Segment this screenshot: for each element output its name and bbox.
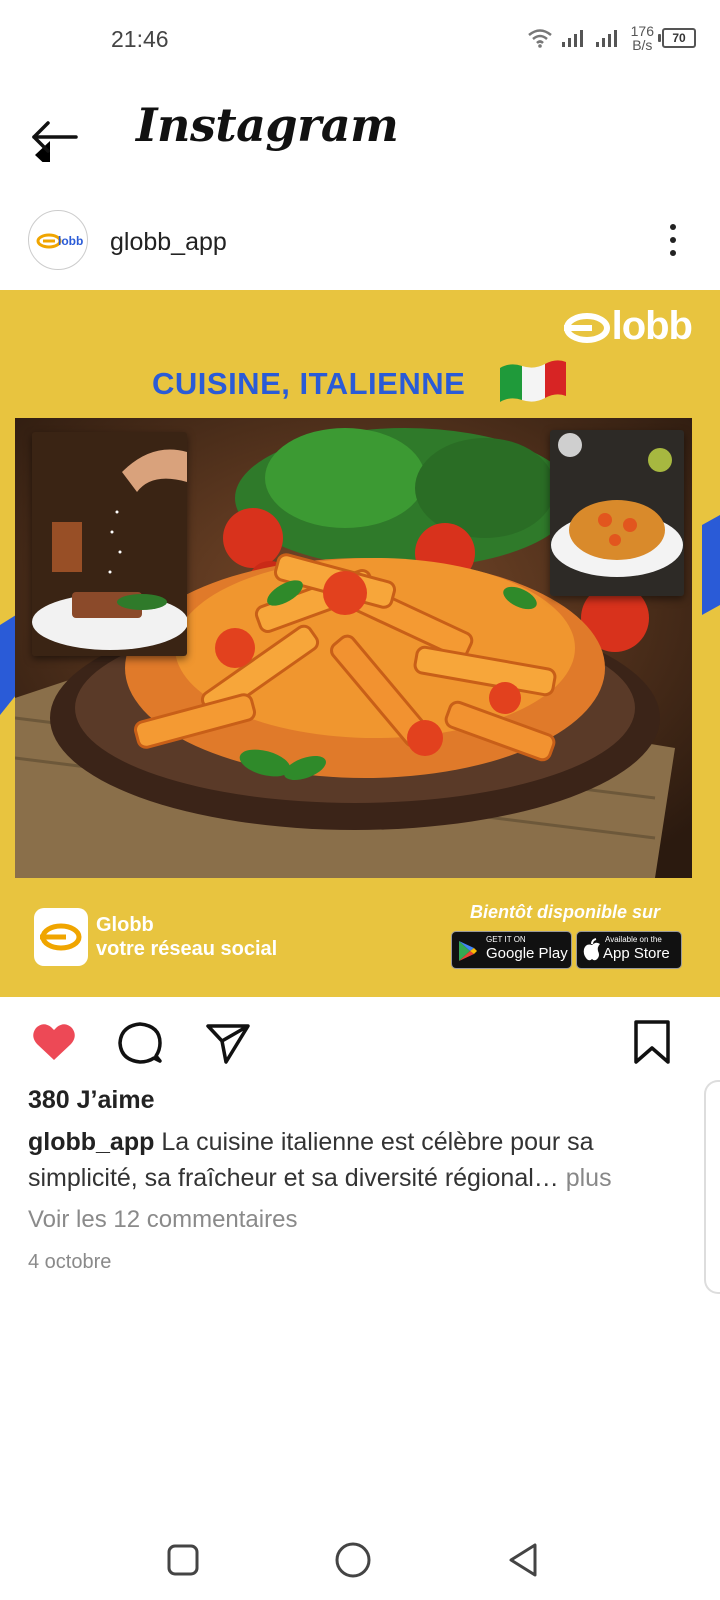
brand-tagline: votre réseau social [96,938,278,960]
post-date: 4 octobre [28,1251,112,1273]
share-icon[interactable] [204,1018,252,1066]
google-play-small-text: GET IT ON [486,935,526,944]
heart-icon[interactable] [30,1018,78,1066]
home-icon[interactable] [333,1540,373,1580]
app-header: Instagram [0,92,720,182]
recent-apps-icon[interactable] [163,1540,203,1580]
app-store-small-text: Available on the [605,935,662,944]
apple-icon [583,938,600,961]
post-header: lobb globb_app [0,208,720,278]
like-count[interactable]: 380 J’aime [28,1086,155,1115]
globb-avatar-logo-icon: lobb [36,233,83,249]
more-options-icon[interactable] [666,222,680,258]
signal-icon [561,30,583,47]
coming-soon-text: Bientôt disponible sur [469,902,660,922]
wifi-icon [527,29,552,48]
globb-logo: lobb [562,304,693,349]
google-play-icon [459,941,477,961]
caption-username[interactable]: globb_app [28,1128,154,1156]
app-store-badge: Available on the App Store [576,931,682,969]
blue-accent-left [0,615,16,715]
network-speed-unit: B/s [632,37,653,53]
back-arrow-icon[interactable] [30,112,80,162]
network-speed: 176 B/s [631,24,654,52]
status-icons: 176 B/s 70 [527,24,696,52]
post-caption: globb_app La cuisine italienne est célèb… [28,1124,688,1196]
globb-logo-text: lobb [611,304,693,348]
post-headline: CUISINE, ITALIENNE [152,366,466,401]
globb-g-icon [563,313,610,344]
instagram-logo: Instagram [136,98,399,152]
status-bar: 21:46 176 B/s 70 [0,0,720,80]
google-play-badge: GET IT ON Google Play [451,931,572,969]
back-nav-icon[interactable] [503,1540,543,1580]
blue-accent-right [702,515,720,615]
svg-text:lobb: lobb [58,234,83,248]
edge-panel-handle[interactable] [704,1080,720,1294]
caption-more-link[interactable]: plus [559,1164,612,1192]
google-play-text: Google Play [486,945,568,962]
comment-icon[interactable] [116,1018,164,1066]
lasagna-inset-photo [32,432,187,656]
signal-icon-2 [595,30,617,47]
bookmark-icon[interactable] [628,1018,676,1066]
view-comments-link[interactable]: Voir les 12 commentaires [28,1206,297,1234]
post-image[interactable]: lobb CUISINE, ITALIENNE Globb votre rése… [0,290,720,997]
system-nav-bar [0,1520,720,1600]
post-username[interactable]: globb_app [110,228,227,257]
network-speed-value: 176 [630,23,654,39]
avatar[interactable]: lobb [28,210,88,270]
status-time: 21:46 [111,26,169,52]
battery-icon: 70 [658,28,696,48]
app-store-text: App Store [603,945,670,962]
italian-flag-icon [500,360,566,402]
spaghetti-inset-photo [550,430,684,596]
brand-name: Globb [96,914,154,936]
globb-app-icon [34,908,88,966]
post-actions [0,1012,720,1072]
